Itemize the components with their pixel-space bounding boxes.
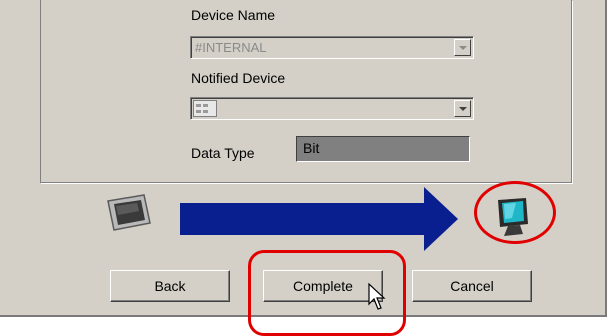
device-name-label: Device Name xyxy=(191,7,276,23)
data-type-label: Data Type xyxy=(191,145,255,161)
completion-dialog: Device Name #INTERNAL Notified Device Da… xyxy=(0,0,607,336)
chevron-down-icon[interactable] xyxy=(454,100,471,117)
mouse-pointer-icon xyxy=(368,282,388,314)
notified-device-combo[interactable] xyxy=(190,97,474,120)
device-name-combo[interactable]: #INTERNAL xyxy=(190,36,474,59)
transfer-arrow-icon xyxy=(180,187,460,254)
chevron-down-icon[interactable] xyxy=(454,39,471,56)
cancel-button[interactable]: Cancel xyxy=(412,270,532,302)
data-type-field: Bit xyxy=(296,136,470,162)
display-panel-icon xyxy=(104,193,154,236)
monitor-highlight-circle xyxy=(474,181,556,244)
device-name-value: #INTERNAL xyxy=(195,40,267,55)
notified-device-label: Notified Device xyxy=(191,70,286,86)
back-button[interactable]: Back xyxy=(110,270,230,302)
data-type-value: Bit xyxy=(303,140,320,156)
device-list-icon[interactable] xyxy=(193,100,217,120)
settings-group: Device Name #INTERNAL Notified Device Da… xyxy=(40,0,572,183)
